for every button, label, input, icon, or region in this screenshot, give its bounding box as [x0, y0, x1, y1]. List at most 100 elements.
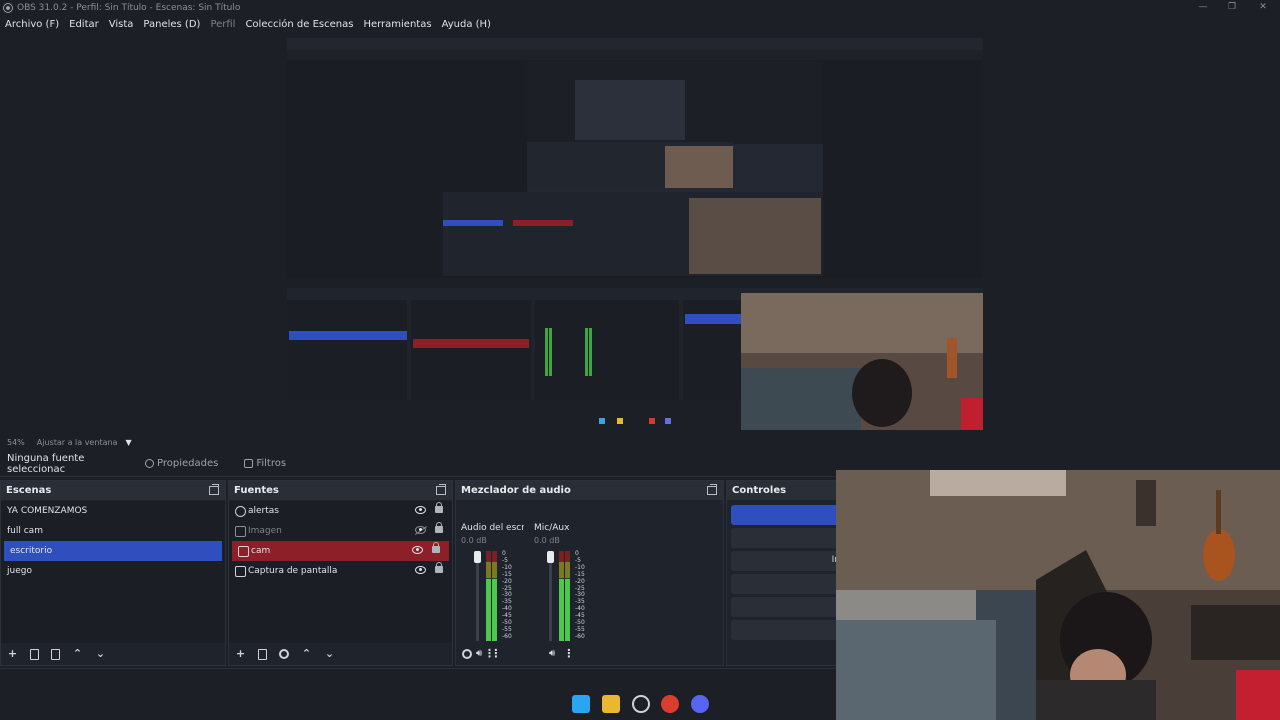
image-icon	[235, 525, 246, 537]
source-item[interactable]: alertas	[229, 501, 452, 521]
scene-label: escritorio	[10, 546, 53, 556]
title-bar: OBS 31.0.2 - Perfil: Sin Título - Escena…	[0, 0, 1280, 15]
control-button[interactable]	[731, 597, 841, 617]
db-scale: 0 -5 -10 -15 -20 -25 -30 -35 -40 -45 -50 -55 -60	[502, 550, 512, 641]
nested-preview-graphic	[287, 38, 983, 430]
controls-dock: Controles In	[726, 480, 841, 666]
scenes-dock: Escenas YA COMENZAMOS full cam escritori…	[0, 480, 226, 666]
source-label: alertas	[248, 506, 279, 516]
lock-icon[interactable]	[435, 522, 443, 533]
gear-icon[interactable]	[279, 649, 289, 659]
scene-label: juego	[7, 566, 32, 576]
properties-button[interactable]: Propiedades	[145, 458, 218, 469]
zoom-percent: 54%	[7, 437, 25, 447]
scene-filters-icon[interactable]	[51, 648, 60, 660]
scenes-title: Escenas	[6, 485, 52, 496]
move-up-icon[interactable]: ⌃	[301, 648, 312, 660]
menu-ayuda[interactable]: Ayuda (H)	[442, 19, 491, 30]
obs-logo-icon	[3, 2, 13, 13]
menu-archivo[interactable]: Archivo (F)	[5, 19, 59, 30]
move-down-icon[interactable]: ⌄	[95, 648, 106, 660]
menu-vista[interactable]: Vista	[109, 19, 134, 30]
sources-toolbar: + ⌃ ⌄	[229, 643, 452, 665]
mixer-toolbar: ⋮	[456, 643, 723, 665]
webcam-image	[836, 470, 1280, 720]
meter-level	[565, 579, 570, 641]
more-options-icon[interactable]: ⋮	[484, 648, 495, 660]
source-item-selected[interactable]: cam	[232, 541, 449, 561]
move-down-icon[interactable]: ⌄	[324, 648, 335, 660]
channel-volume-db: 0.0 dB	[534, 536, 560, 545]
filter-icon	[244, 459, 254, 468]
filters-button[interactable]: Filtros	[244, 458, 286, 469]
no-source-selected-label: Ninguna fuente seleccionac	[7, 452, 85, 475]
volume-meter	[559, 551, 572, 641]
db-scale-tick: -60	[575, 632, 585, 640]
start-streaming-button[interactable]	[731, 505, 841, 525]
scene-item-selected[interactable]: escritorio	[4, 541, 222, 561]
eye-icon[interactable]	[412, 546, 423, 554]
fader-knob[interactable]	[547, 551, 554, 563]
menu-herramientas[interactable]: Herramientas	[363, 19, 431, 30]
control-button[interactable]	[731, 620, 841, 640]
status-bar	[0, 668, 836, 688]
control-button[interactable]	[731, 528, 841, 548]
db-scale: 0 -5 -10 -15 -20 -25 -30 -35 -40 -45 -50 -55 -60	[575, 550, 585, 641]
undock-icon[interactable]	[436, 484, 446, 495]
chrome-icon[interactable]	[661, 695, 679, 713]
eye-icon[interactable]	[415, 566, 426, 574]
monitor-icon	[235, 565, 246, 577]
control-button[interactable]	[731, 574, 841, 594]
move-up-icon[interactable]: ⌃	[72, 648, 83, 660]
channel-volume-db: 0.0 dB	[461, 536, 487, 545]
lock-icon[interactable]	[435, 502, 443, 513]
program-preview[interactable]	[287, 38, 983, 430]
trash-icon[interactable]	[258, 648, 267, 660]
volume-fader[interactable]	[474, 551, 481, 641]
lock-icon[interactable]	[432, 542, 440, 553]
scene-item[interactable]: full cam	[1, 521, 225, 541]
eye-hidden-icon[interactable]	[415, 526, 426, 534]
chevron-down-icon[interactable]: ▼	[125, 438, 131, 447]
controls-title: Controles	[732, 485, 787, 496]
fader-knob[interactable]	[474, 551, 481, 563]
control-button[interactable]: In	[731, 551, 841, 571]
zoom-bar: 54% Ajustar a la ventana ▼	[0, 434, 1280, 450]
source-context-bar: Ninguna fuente seleccionac Propiedades F…	[0, 451, 836, 477]
scene-item[interactable]: YA COMENZAMOS	[1, 501, 225, 521]
source-item[interactable]: Imagen	[229, 521, 452, 541]
add-scene-icon[interactable]: +	[7, 648, 18, 660]
scene-label: YA COMENZAMOS	[7, 506, 88, 516]
meter-level	[559, 579, 564, 641]
close-button[interactable]: ✕	[1246, 0, 1280, 15]
audio-mixer-dock: Mezclador de audio Audio del escrito 0.0…	[455, 480, 724, 666]
sources-title: Fuentes	[234, 485, 279, 496]
menu-editar[interactable]: Editar	[69, 19, 99, 30]
obs-taskbar-icon[interactable]	[632, 695, 650, 713]
camera-icon	[238, 545, 249, 557]
menu-coleccion-escenas[interactable]: Colección de Escenas	[245, 19, 353, 30]
eye-icon[interactable]	[415, 506, 426, 514]
controls-dock-header: Controles	[727, 481, 836, 500]
menu-perfil[interactable]: Perfil	[210, 19, 235, 30]
db-scale-tick: -60	[502, 632, 512, 640]
zoom-fit-dropdown[interactable]: Ajustar a la ventana	[37, 438, 118, 447]
sources-dock-header: Fuentes	[229, 481, 452, 500]
undock-icon[interactable]	[707, 484, 717, 495]
maximize-button[interactable]: ❐	[1215, 0, 1249, 15]
webcam-overlay	[836, 470, 1280, 720]
undock-icon[interactable]	[209, 484, 219, 495]
file-explorer-icon[interactable]	[602, 695, 620, 713]
menu-paneles[interactable]: Paneles (D)	[143, 19, 200, 30]
source-item[interactable]: Captura de pantalla	[229, 561, 452, 581]
trash-icon[interactable]	[30, 648, 39, 660]
scene-item[interactable]: juego	[1, 561, 225, 581]
advanced-audio-gear-icon[interactable]	[462, 649, 472, 659]
add-source-icon[interactable]: +	[235, 648, 246, 660]
discord-icon[interactable]	[691, 695, 709, 713]
windows-start-icon[interactable]	[572, 695, 590, 713]
docks-area: Escenas YA COMENZAMOS full cam escritori…	[0, 480, 841, 666]
lock-icon[interactable]	[435, 562, 443, 573]
volume-fader[interactable]	[547, 551, 554, 641]
scenes-dock-header: Escenas	[1, 481, 225, 500]
